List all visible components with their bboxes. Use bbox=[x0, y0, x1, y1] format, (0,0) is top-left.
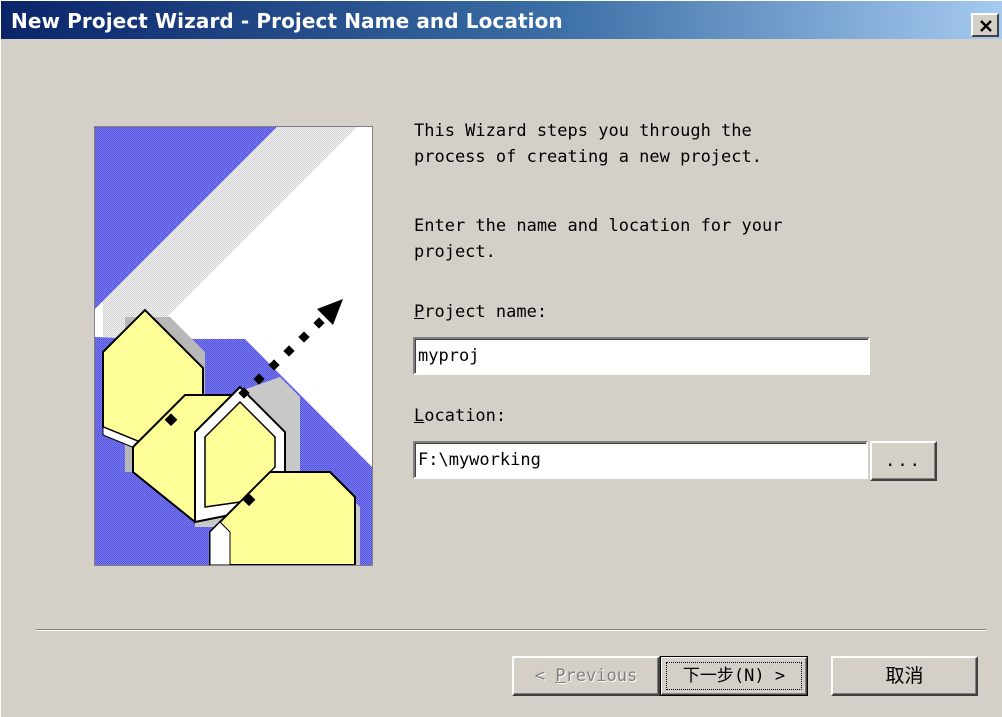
previous-button-text: revious bbox=[565, 666, 638, 686]
close-button[interactable] bbox=[971, 13, 999, 37]
location-input[interactable] bbox=[413, 441, 868, 479]
previous-button-accelerator: P bbox=[555, 666, 566, 686]
close-icon bbox=[980, 20, 992, 32]
button-separator bbox=[36, 629, 986, 631]
location-label-accelerator: L bbox=[414, 406, 425, 426]
previous-button[interactable]: < Previous bbox=[512, 656, 660, 696]
browse-button[interactable]: ... bbox=[870, 441, 937, 481]
next-button-label: 下一步(N) > bbox=[682, 666, 786, 686]
project-name-label-accelerator: P bbox=[414, 302, 425, 322]
instruction-text-line-1: Enter the name and location for your bbox=[414, 216, 783, 236]
title-bar[interactable]: New Project Wizard - Project Name and Lo… bbox=[1, 1, 1002, 39]
project-name-label-text: roject name: bbox=[424, 302, 548, 322]
next-button[interactable]: 下一步(N) > bbox=[660, 656, 808, 696]
instruction-text-line-2: project. bbox=[414, 242, 496, 262]
wizard-illustration bbox=[94, 126, 373, 566]
project-name-label: Project name: bbox=[414, 302, 547, 322]
intro-text-line-1: This Wizard steps you through the bbox=[414, 121, 752, 141]
wizard-folder-illustration bbox=[95, 127, 372, 565]
location-label-text: ocation: bbox=[424, 406, 507, 426]
intro-text-line-2: process of creating a new project. bbox=[414, 147, 762, 167]
project-name-input[interactable] bbox=[413, 337, 870, 375]
previous-button-prefix: < bbox=[534, 666, 556, 686]
location-label: Location: bbox=[414, 406, 506, 426]
window-title: New Project Wizard - Project Name and Lo… bbox=[11, 9, 563, 33]
cancel-button[interactable]: 取消 bbox=[831, 656, 978, 696]
new-project-wizard-dialog: New Project Wizard - Project Name and Lo… bbox=[0, 0, 1002, 717]
